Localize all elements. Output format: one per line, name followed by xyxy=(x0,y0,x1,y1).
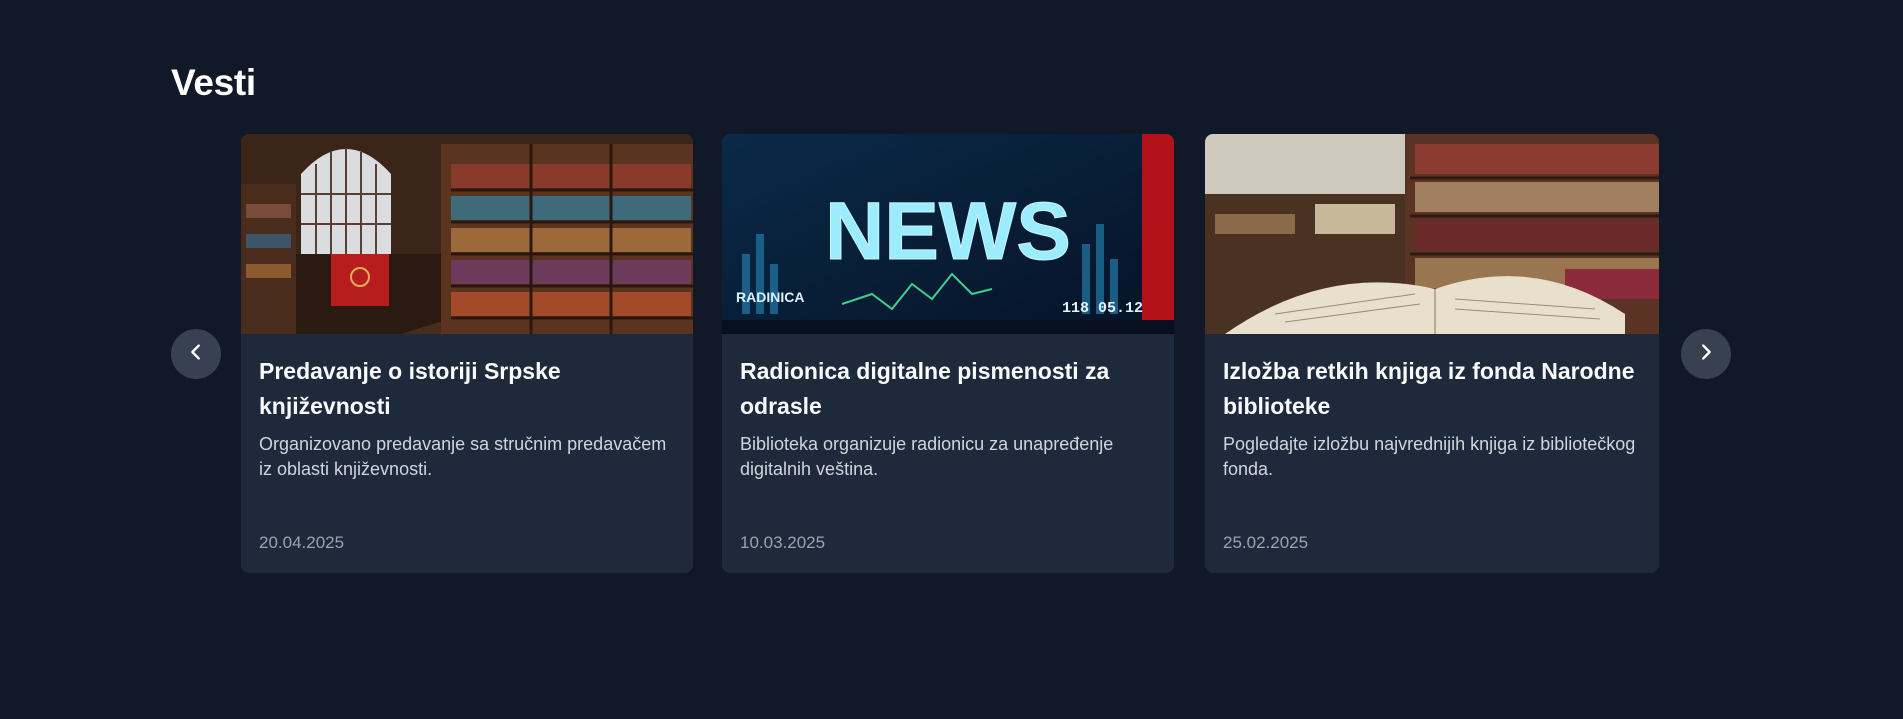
open-book-image xyxy=(1205,134,1659,334)
section-title: Vesti xyxy=(171,62,256,103)
image-ticker: 118 05.12 xyxy=(1062,300,1143,317)
news-description: Pogledajte izložbu najvrednijih knjiga i… xyxy=(1223,434,1636,479)
news-date: 25.02.2025 xyxy=(1223,533,1309,552)
news-title[interactable]: Izložba retkih knjiga iz fonda Narodne b… xyxy=(1223,354,1641,424)
image-headline: NEWS xyxy=(825,186,1071,277)
image-caption: RADINICA xyxy=(736,289,804,305)
news-card[interactable]: Predavanje o istoriji Srpske književnost… xyxy=(241,134,693,573)
chevron-left-icon xyxy=(185,341,207,368)
news-description: Organizovano predavanje sa stručnim pred… xyxy=(259,434,667,479)
news-description: Biblioteka organizuje radionicu za unapr… xyxy=(740,434,1114,479)
news-section: Vesti Predavanje o istoriji Srpske knjiž… xyxy=(0,0,1903,719)
news-card[interactable]: Izložba retkih knjiga iz fonda Narodne b… xyxy=(1205,134,1659,573)
news-card[interactable]: NEWS RADINICA 118 05.12 Radionica digita… xyxy=(722,134,1174,573)
news-date: 20.04.2025 xyxy=(259,533,345,552)
carousel-prev-button[interactable] xyxy=(171,329,221,379)
library-hall-image xyxy=(241,134,693,334)
carousel-next-button[interactable] xyxy=(1681,329,1731,379)
chevron-right-icon xyxy=(1695,341,1717,368)
news-date: 10.03.2025 xyxy=(740,533,826,552)
news-screen-image: NEWS RADINICA 118 05.12 xyxy=(722,134,1174,334)
news-title[interactable]: Radionica digitalne pismenosti za odrasl… xyxy=(740,354,1156,424)
news-title[interactable]: Predavanje o istoriji Srpske književnost… xyxy=(259,354,675,424)
